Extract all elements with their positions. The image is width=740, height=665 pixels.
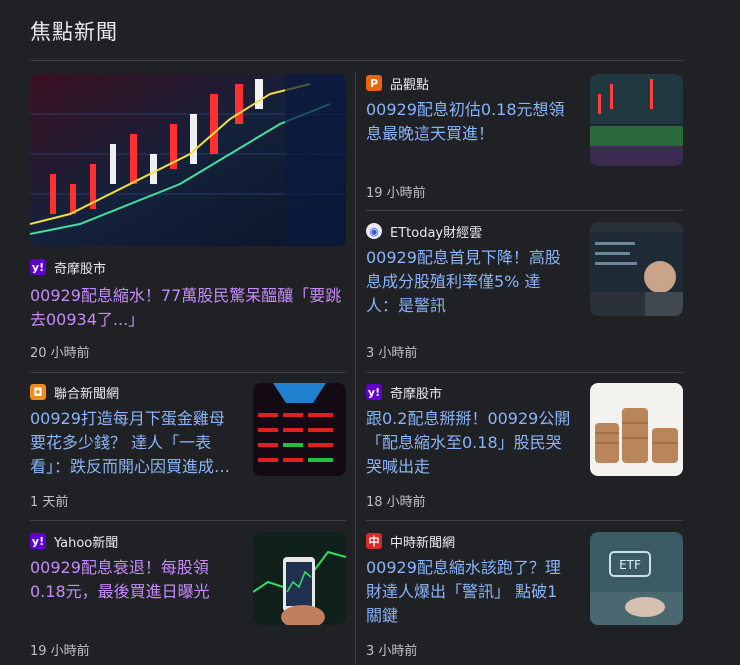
headline-line: 「配息縮水至0.18」股民哭 (366, 433, 562, 452)
pinview-icon: P (366, 75, 382, 91)
headline-line: 跟0.2配息掰掰！00929公開 (366, 409, 571, 428)
source-name: 品觀點 (390, 77, 430, 93)
divider (30, 520, 346, 521)
headline-line: 看」：跌反而開心因買進成… (30, 457, 231, 476)
headline-link[interactable]: 00929配息初估0.18元想領 息最晚這天買進！ (366, 98, 576, 146)
headline-line: 0.18元，最後買進日曝光 (30, 582, 210, 601)
divider (30, 372, 346, 373)
timestamp: 3 小時前 (366, 644, 418, 659)
headline-line: 00929配息首見下降！高股 (366, 248, 561, 267)
headline-link[interactable]: 00929配息首見下降！高股 息成分股殖利率僅5% 達 人：是警訊 (366, 246, 581, 318)
divider (366, 210, 683, 211)
headline-line: 息成分股殖利率僅5% 達 (366, 272, 541, 291)
source-name: 奇摩股市 (390, 386, 443, 402)
news-card[interactable]: P 品觀點 00929配息初估0.18元想領 息最晚這天買進！ 19 小時前 (366, 74, 683, 202)
stock-chart-thumbnail[interactable] (30, 74, 346, 246)
yahoo-icon: y! (30, 533, 46, 549)
divider (366, 372, 683, 373)
news-card[interactable]: ◘ 聯合新聞網 00929打造每月下蛋金雞母 要花多少錢？ 達人「一表 看」：跌… (30, 383, 346, 513)
source-name: ETtoday財經雲 (390, 225, 483, 241)
phone-chart-thumbnail[interactable] (253, 532, 346, 625)
timestamp: 1 天前 (30, 495, 69, 510)
source-name: 奇摩股市 (54, 261, 107, 277)
news-thumbnail[interactable] (590, 74, 683, 166)
column-divider (355, 72, 356, 665)
etf-thumbnail[interactable]: ETF (590, 532, 683, 625)
news-card-featured[interactable]: y! 奇摩股市 00929配息縮水！77萬股民驚呆醞釀「要跳 去00934了..… (30, 74, 346, 364)
headline-link[interactable]: 00929打造每月下蛋金雞母 要花多少錢？ 達人「一表 看」：跌反而開心因買進成… (30, 407, 245, 479)
headline-line: 要花多少錢？ 達人「一表 (30, 433, 212, 452)
headline-line: 00929配息縮水該跑了？理 (366, 558, 561, 577)
timestamp: 19 小時前 (366, 186, 426, 201)
coins-thumbnail[interactable] (590, 383, 683, 476)
news-card[interactable]: ◉ ETtoday財經雲 00929配息首見下降！高股 息成分股殖利率僅5% 達… (366, 222, 683, 362)
headline-line: 人：是警訊 (366, 296, 447, 315)
headline-line: 00929配息縮水！77萬股民驚呆醞釀「要跳 (30, 286, 342, 305)
headline-link[interactable]: 00929配息縮水！77萬股民驚呆醞釀「要跳 去00934了...」 (30, 284, 346, 332)
timestamp: 18 小時前 (366, 495, 426, 510)
source-name: 中時新聞網 (390, 535, 456, 551)
news-thumbnail[interactable] (590, 222, 683, 316)
yahoo-icon: y! (366, 384, 382, 400)
news-card[interactable]: 中 中時新聞網 00929配息縮水該跑了？理 財達人爆出「警訊」 點破1 關鍵 … (366, 532, 683, 662)
ettoday-icon: ◉ (366, 223, 382, 239)
headline-line: 息最晚這天買進！ (366, 124, 495, 143)
stock-board-thumbnail[interactable] (253, 383, 346, 476)
divider (366, 520, 683, 521)
headline-link[interactable]: 跟0.2配息掰掰！00929公開 「配息縮水至0.18」股民哭 哭喊出走 (366, 407, 581, 479)
headline-link[interactable]: 00929配息縮水該跑了？理 財達人爆出「警訊」 點破1 關鍵 (366, 556, 581, 628)
headline-link[interactable]: 00929配息衰退！每股領 0.18元，最後買進日曝光 (30, 556, 245, 604)
divider (30, 60, 683, 61)
source-name: Yahoo新聞 (54, 535, 119, 551)
headline-line: 00929配息衰退！每股領 (30, 558, 209, 577)
headline-line: 財達人爆出「警訊」 點破1 (366, 582, 558, 601)
source-name: 聯合新聞網 (54, 386, 120, 402)
udn-icon: ◘ (30, 384, 46, 400)
timestamp: 20 小時前 (30, 346, 90, 361)
news-card[interactable]: y! Yahoo新聞 00929配息衰退！每股領 0.18元，最後買進日曝光 1… (30, 532, 346, 662)
timestamp: 19 小時前 (30, 644, 90, 659)
headline-line: 00929配息初估0.18元想領 (366, 100, 565, 119)
chinatimes-icon: 中 (366, 533, 382, 549)
section-title: 焦點新聞 (30, 20, 118, 44)
timestamp: 3 小時前 (366, 346, 418, 361)
headline-line: 哭喊出走 (366, 457, 431, 476)
headline-line: 關鍵 (366, 606, 399, 625)
yahoo-icon: y! (30, 259, 46, 275)
svg-text:ETF: ETF (619, 558, 641, 572)
headline-line: 00929打造每月下蛋金雞母 (30, 409, 225, 428)
news-card[interactable]: y! 奇摩股市 跟0.2配息掰掰！00929公開 「配息縮水至0.18」股民哭 … (366, 383, 683, 513)
headline-line: 去00934了...」 (30, 310, 145, 329)
